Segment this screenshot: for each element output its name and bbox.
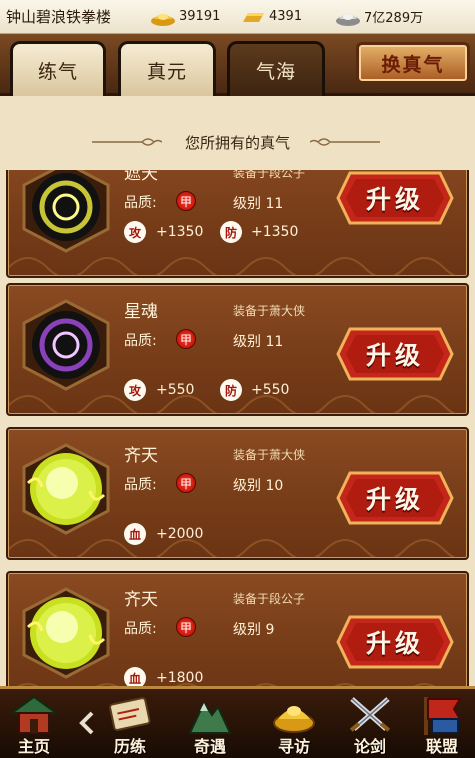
silver-ingot-icon <box>336 13 360 26</box>
ingot-currency: 4391 <box>240 7 335 27</box>
crossed-swords-icon <box>349 697 391 732</box>
section-title: 您所拥有的真气 <box>184 134 290 152</box>
level-text: 级别 10 <box>233 478 284 494</box>
quality-label: 品质: <box>124 477 157 493</box>
status-bar: 钟山碧浪铁拳楼 39191 4391 7亿289万 <box>0 0 475 34</box>
attack-icon: 攻 <box>124 221 146 243</box>
list-item[interactable]: 星魂 装备于萧大侠 品质: 甲 级别 11 攻 +550 防 +550 升级 <box>6 283 469 416</box>
gold-ingot-icon <box>151 13 175 26</box>
upgrade-label: 升级 <box>365 341 424 370</box>
defense-icon: 防 <box>220 379 242 401</box>
bottom-nav: 主页 历练 奇遇 寻访 论剑 联盟 <box>0 686 475 758</box>
treasure-icon <box>273 706 315 733</box>
upgrade-label: 升级 <box>365 185 424 214</box>
zhenqi-name: 星魂 <box>124 302 158 322</box>
nav-duel[interactable]: 论剑 <box>340 691 400 758</box>
tab-zhenyuan[interactable]: 真元 <box>118 41 216 97</box>
upgrade-label: 升级 <box>365 485 424 514</box>
tab-bar: 练气 真元 气海 换真气 <box>0 34 475 100</box>
nav-visit[interactable]: 寻访 <box>264 691 324 758</box>
chevron-left-icon[interactable] <box>78 711 96 735</box>
purple-orb-icon <box>22 299 110 391</box>
nav-adventure[interactable]: 奇遇 <box>180 691 240 758</box>
upgrade-button[interactable]: 升级 <box>336 469 454 527</box>
training-scroll-icon <box>109 697 151 731</box>
banner-icon <box>424 697 462 735</box>
hp-icon: 血 <box>124 667 146 686</box>
upgrade-button[interactable]: 升级 <box>336 613 454 671</box>
zhenqi-list[interactable]: 遮天 装备于段公子 品质: 甲 级别 11 攻 +1350 防 +1350 升级… <box>0 170 475 686</box>
gold-currency: 39191 <box>150 7 240 27</box>
nav-label: 历练 <box>113 737 146 756</box>
hp-value: +2000 <box>156 526 204 542</box>
defense-icon: 防 <box>220 221 242 243</box>
equipped-by: 装备于萧大侠 <box>233 304 306 318</box>
ingot-amount: 4391 <box>269 9 303 24</box>
hp-value: +1800 <box>156 670 204 686</box>
attack-value: +550 <box>156 382 195 398</box>
equipped-by: 装备于段公子 <box>233 592 306 606</box>
nav-alliance[interactable]: 联盟 <box>412 691 472 758</box>
defense-value: +550 <box>251 382 290 398</box>
tab-qihai[interactable]: 气海 <box>227 41 325 100</box>
quality-label: 品质: <box>124 333 157 349</box>
level-text: 级别 11 <box>233 196 284 212</box>
mountain-icon <box>188 700 232 734</box>
defense-value: +1350 <box>251 224 299 240</box>
quality-label: 品质: <box>124 621 157 637</box>
nav-home[interactable]: 主页 <box>4 691 64 758</box>
upgrade-label: 升级 <box>365 629 424 658</box>
nav-label: 论剑 <box>353 737 386 756</box>
nav-label: 主页 <box>17 737 50 756</box>
gold-amount: 39191 <box>179 9 221 24</box>
quality-label: 品质: <box>124 195 157 211</box>
player-name: 钟山碧浪铁拳楼 <box>6 8 112 26</box>
quality-badge: 甲 <box>176 473 196 493</box>
silver-currency: 7亿289万 <box>335 7 423 27</box>
swap-zhenqi-button[interactable]: 换真气 <box>356 42 470 84</box>
equipped-by: 装备于段公子 <box>233 170 306 180</box>
hp-icon: 血 <box>124 523 146 545</box>
zhenqi-name: 遮天 <box>124 170 158 184</box>
lime-orb-icon <box>22 443 110 535</box>
right-ornament-icon <box>310 138 380 146</box>
zhenqi-name: 齐天 <box>124 590 158 610</box>
quality-badge: 甲 <box>176 617 196 637</box>
attack-value: +1350 <box>156 224 204 240</box>
list-item[interactable]: 齐天 装备于萧大侠 品质: 甲 级别 10 血 +2000 升级 <box>6 427 469 560</box>
nav-training[interactable]: 历练 <box>100 691 160 758</box>
yellow-orb-icon <box>22 170 110 253</box>
nav-label: 寻访 <box>277 737 310 756</box>
lime-orb-icon <box>22 587 110 679</box>
upgrade-button[interactable]: 升级 <box>336 325 454 383</box>
level-text: 级别 11 <box>233 334 284 350</box>
nav-label: 联盟 <box>425 737 458 756</box>
list-item[interactable]: 齐天 装备于段公子 品质: 甲 级别 9 血 +1800 升级 <box>6 571 469 686</box>
silver-amount: 7亿289万 <box>364 11 424 26</box>
upgrade-button[interactable]: 升级 <box>336 170 454 227</box>
nav-label: 奇遇 <box>193 737 226 756</box>
zhenqi-name: 齐天 <box>124 446 158 466</box>
tab-lianqi[interactable]: 练气 <box>10 41 106 97</box>
home-icon <box>10 695 58 734</box>
level-text: 级别 9 <box>233 622 275 638</box>
list-item[interactable]: 遮天 装备于段公子 品质: 甲 级别 11 攻 +1350 防 +1350 升级 <box>6 170 469 278</box>
gold-bar-icon <box>243 12 264 22</box>
attack-icon: 攻 <box>124 379 146 401</box>
quality-badge: 甲 <box>176 191 196 211</box>
equipped-by: 装备于萧大侠 <box>233 448 306 462</box>
quality-badge: 甲 <box>176 329 196 349</box>
